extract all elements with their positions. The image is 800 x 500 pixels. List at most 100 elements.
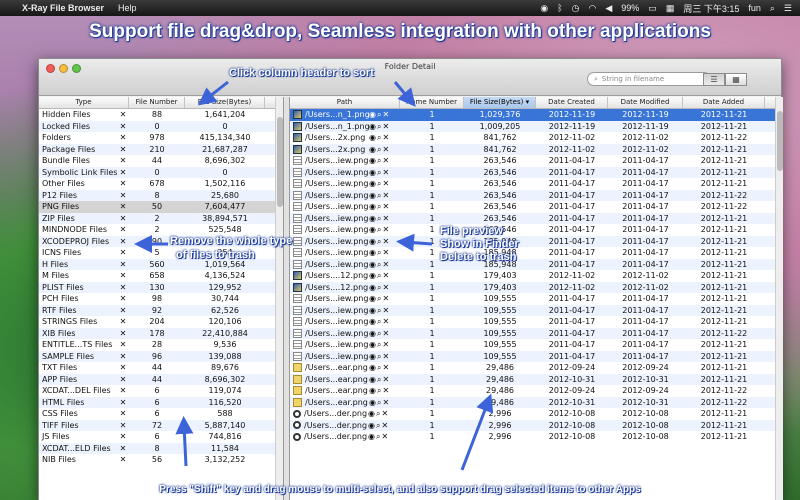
type-row[interactable]: NIB Files ✕ 56 3,132,252 (39, 454, 283, 466)
remove-type-icon[interactable]: ✕ (117, 167, 129, 179)
type-row[interactable]: STRINGS Files ✕ 204 120,106 (39, 316, 283, 328)
type-row[interactable]: Locked Files ✕ 0 0 (39, 120, 283, 133)
column-header-type[interactable]: Type (39, 97, 129, 108)
search-field[interactable]: ⌕ String in filename (587, 72, 711, 86)
delete-trash-icon[interactable]: ✕ (382, 375, 390, 384)
preview-eye-icon[interactable]: ◉ (369, 352, 377, 361)
type-row[interactable]: XIB Files ✕ 178 22,410,884 (39, 327, 283, 340)
file-row[interactable]: /Users....12.png ◉⌕✕ 1 179,403 2012-11-02 201… (290, 270, 783, 282)
file-row[interactable]: /Users...iew.png ◉⌕✕ 1 109,555 2011-04-17 201… (290, 327, 783, 339)
delete-trash-icon[interactable]: ✕ (382, 352, 390, 361)
grid-view-button[interactable]: ▦ (725, 73, 747, 86)
preview-eye-icon[interactable]: ◉ (369, 340, 377, 349)
delete-trash-icon[interactable]: ✕ (382, 145, 390, 154)
column-header-file-size-sorted[interactable]: File Size(Bytes) ▾ (464, 97, 536, 108)
remove-type-icon[interactable]: ✕ (117, 328, 129, 340)
delete-trash-icon[interactable]: ✕ (382, 398, 390, 407)
type-row[interactable]: Bundle Files ✕ 44 8,696,302 (39, 155, 283, 167)
user-menu[interactable]: fun (748, 3, 761, 13)
bluetooth-icon[interactable]: ᛒ (557, 3, 562, 13)
input-flag-icon[interactable]: ▦ (666, 3, 675, 14)
file-row[interactable]: /Users...2x.png ◉⌕✕ 1 841,762 2012-11-02 2012… (290, 132, 783, 144)
delete-trash-icon[interactable]: ✕ (382, 340, 390, 349)
preview-eye-icon[interactable]: ◉ (369, 156, 377, 165)
type-row[interactable]: CSS Files ✕ 6 588 (39, 408, 283, 420)
delete-trash-icon[interactable]: ✕ (382, 260, 390, 269)
delete-trash-icon[interactable]: ✕ (382, 294, 390, 303)
notification-center-icon[interactable]: ☰ (784, 3, 792, 14)
column-header-date-created[interactable]: Date Created (536, 97, 608, 108)
preview-eye-icon[interactable]: ◉ (369, 375, 377, 384)
preview-eye-icon[interactable]: ◉ (368, 421, 376, 430)
preview-eye-icon[interactable]: ◉ (369, 363, 377, 372)
delete-trash-icon[interactable]: ✕ (382, 237, 390, 246)
file-row[interactable]: /Users....12.png ◉⌕✕ 1 179,403 2012-11-02 201… (290, 281, 783, 293)
preview-eye-icon[interactable]: ◉ (369, 191, 377, 200)
type-row[interactable]: SAMPLE Files ✕ 96 139,088 (39, 350, 283, 362)
remove-type-icon[interactable]: ✕ (117, 443, 129, 455)
type-row[interactable]: Symbolic Link Files ✕ 0 0 (39, 166, 283, 179)
remove-type-icon[interactable]: ✕ (117, 270, 129, 282)
battery-icon[interactable]: ▭ (648, 3, 657, 14)
preview-eye-icon[interactable]: ◉ (369, 398, 377, 407)
type-row[interactable]: APP Files ✕ 44 8,696,302 (39, 373, 283, 386)
file-row[interactable]: /Users...iew.png ◉⌕✕ 1 109,555 2011-04-17 201… (290, 339, 783, 351)
remove-type-icon[interactable]: ✕ (117, 224, 129, 236)
remove-type-icon[interactable]: ✕ (117, 316, 129, 328)
preview-eye-icon[interactable]: ◉ (369, 237, 377, 246)
delete-trash-icon[interactable]: ✕ (382, 386, 390, 395)
file-row[interactable]: /Users...ear.png ◉⌕✕ 1 29,486 2012-09-24 2012… (290, 362, 783, 374)
type-row[interactable]: XCDAT...ELD Files ✕ 8 11,584 (39, 442, 283, 455)
remove-type-icon[interactable]: ✕ (117, 121, 129, 133)
remove-type-icon[interactable]: ✕ (117, 397, 129, 409)
time-machine-icon[interactable]: ◷ (572, 3, 580, 14)
file-row[interactable]: /Users...iew.png ◉⌕✕ 1 263,546 2011-04-17 201… (290, 166, 783, 178)
file-row[interactable]: /Users...iew.png ◉⌕✕ 1 185,948 2011-04-17 201… (290, 235, 783, 247)
delete-trash-icon[interactable]: ✕ (382, 191, 390, 200)
type-row[interactable]: P12 Files ✕ 8 25,680 (39, 189, 283, 201)
column-header-file-number[interactable]: File Number (129, 97, 185, 108)
remove-type-icon[interactable]: ✕ (117, 259, 129, 271)
file-row[interactable]: /Users...iew.png ◉⌕✕ 1 185,948 2011-04-17 201… (290, 247, 783, 259)
remove-type-icon[interactable]: ✕ (117, 420, 129, 432)
type-row[interactable]: XCDAT...DEL Files ✕ 6 119,074 (39, 385, 283, 397)
file-row[interactable]: /Users...iew.png ◉⌕✕ 1 263,546 2011-04-17 201… (290, 224, 783, 236)
spotlight-icon[interactable]: ⌕ (770, 3, 775, 14)
preview-eye-icon[interactable]: ◉ (369, 271, 377, 280)
delete-trash-icon[interactable]: ✕ (382, 122, 390, 131)
right-scroll-thumb[interactable] (777, 111, 783, 171)
right-scrollbar[interactable] (775, 97, 783, 500)
file-row[interactable]: /Users...der.png ◉⌕✕ 1 2,996 2012-10-08 2012-… (290, 419, 783, 431)
clock[interactable]: 周三 下午3:15 (683, 2, 739, 15)
remove-type-icon[interactable]: ✕ (117, 305, 129, 317)
type-row[interactable]: JS Files ✕ 6 744,816 (39, 431, 283, 443)
preview-eye-icon[interactable]: ◉ (369, 168, 377, 177)
type-row[interactable]: HTML Files ✕ 6 116,520 (39, 396, 283, 409)
preview-eye-icon[interactable]: ◉ (369, 260, 377, 269)
preview-eye-icon[interactable]: ◉ (369, 225, 377, 234)
remove-type-icon[interactable]: ✕ (117, 132, 129, 144)
remove-type-icon[interactable]: ✕ (117, 362, 129, 374)
file-row[interactable]: /Users...der.png ◉⌕✕ 1 2,996 2012-10-08 2012-… (290, 408, 783, 420)
preview-eye-icon[interactable]: ◉ (369, 133, 377, 142)
type-row[interactable]: TIFF Files ✕ 72 5,887,140 (39, 419, 283, 432)
volume-icon[interactable]: ◀ (605, 3, 612, 14)
preview-eye-icon[interactable]: ◉ (369, 294, 377, 303)
file-row[interactable]: /Users...n_1.png ◉⌕✕ 1 1,029,376 2012-11-19 2… (290, 109, 783, 121)
wifi-icon[interactable]: ◠ (589, 3, 597, 14)
type-row[interactable]: Other Files ✕ 678 1,502,116 (39, 178, 283, 190)
remove-type-icon[interactable]: ✕ (117, 213, 129, 225)
delete-trash-icon[interactable]: ✕ (382, 283, 390, 292)
list-view-button[interactable]: ☰ (703, 73, 725, 86)
type-row[interactable]: M Files ✕ 658 4,136,524 (39, 270, 283, 282)
file-row[interactable]: /Users...iew.png ◉⌕✕ 1 109,555 2011-04-17 201… (290, 350, 783, 362)
remove-type-icon[interactable]: ✕ (117, 374, 129, 386)
file-row[interactable]: /Users...ear.png ◉⌕✕ 1 29,486 2012-10-31 2012… (290, 373, 783, 385)
delete-trash-icon[interactable]: ✕ (382, 225, 390, 234)
status-app-icon[interactable]: ◉ (540, 3, 548, 14)
preview-eye-icon[interactable]: ◉ (369, 202, 377, 211)
file-row[interactable]: /Users...der.png ◉⌕✕ 1 2,996 2012-10-08 2012-… (290, 431, 783, 443)
remove-type-icon[interactable]: ✕ (117, 282, 129, 294)
file-row[interactable]: /Users...iew.png ◉⌕✕ 1 263,546 2011-04-17 201… (290, 178, 783, 190)
delete-trash-icon[interactable]: ✕ (382, 133, 390, 142)
